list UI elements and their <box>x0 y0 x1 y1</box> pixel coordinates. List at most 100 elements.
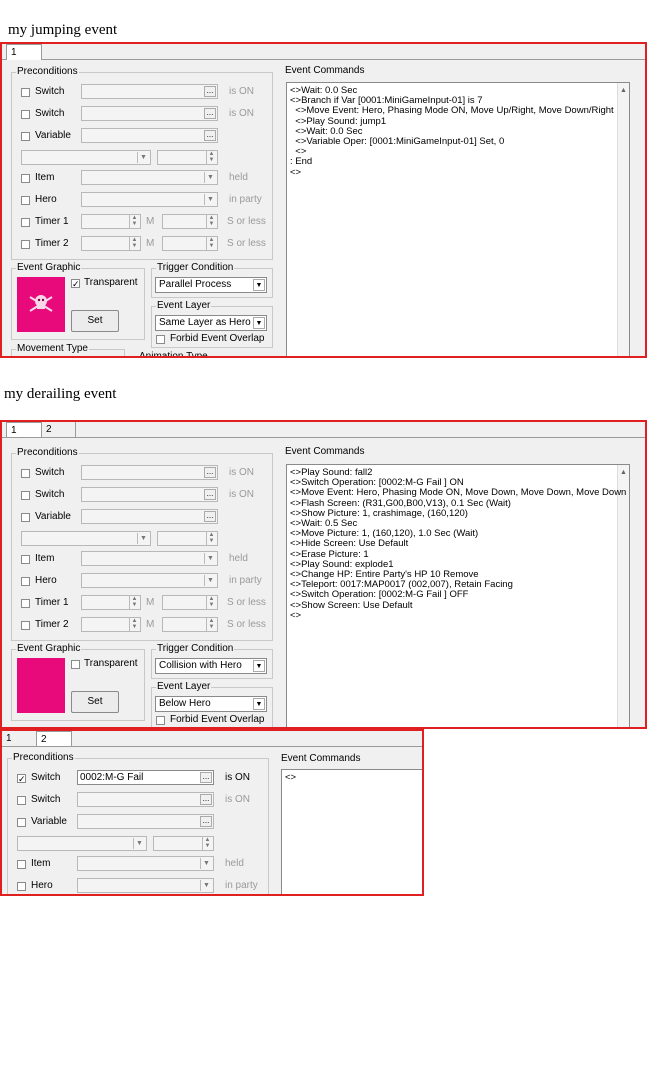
switch1-field[interactable]: 0002:M-G Fail... <box>77 770 214 785</box>
switch1-checkbox[interactable] <box>21 469 30 478</box>
tab-page-1[interactable]: 1 <box>6 44 42 60</box>
commands-scrollbar[interactable]: ▲ <box>617 83 629 356</box>
command-line[interactable]: <>Hide Screen: Use Default <box>290 539 408 549</box>
transparent-label: Transparent <box>84 658 138 669</box>
hero-checkbox[interactable] <box>21 196 30 205</box>
item-checkbox[interactable] <box>21 555 30 564</box>
command-line[interactable]: <>Switch Operation: [0002:M-G Fail ] OFF <box>290 590 468 600</box>
tab-page-2[interactable]: 2 <box>36 731 72 746</box>
jumping-event-title: my jumping event <box>8 22 118 38</box>
switch1-browse-button[interactable]: ... <box>204 467 216 478</box>
switch2-checkbox[interactable] <box>17 796 26 805</box>
switch1-checkbox[interactable] <box>21 88 30 97</box>
item-checkbox[interactable] <box>17 860 26 869</box>
timer2-seconds-stepper[interactable]: ▲ ▼ <box>162 236 218 251</box>
timer1-checkbox[interactable] <box>21 218 30 227</box>
event-commands-list[interactable]: ▲ <>Play Sound: fall2 <>Switch Operation:… <box>286 464 630 727</box>
variable-value-stepper[interactable]: ▲ ▼ <box>157 531 218 546</box>
set-graphic-button[interactable]: Set <box>71 310 119 332</box>
timer1-label: Timer 1 <box>35 597 69 608</box>
switch1-checkbox[interactable]: ✓ <box>17 774 26 784</box>
command-line[interactable]: : End <box>290 157 312 167</box>
command-line[interactable]: <> <box>290 610 301 621</box>
variable-checkbox[interactable] <box>21 513 30 522</box>
timer2-checkbox[interactable] <box>21 240 30 249</box>
tab-page-1[interactable]: 1 <box>6 422 42 437</box>
hero-in-party-label: in party <box>229 575 262 586</box>
set-graphic-button[interactable]: Set <box>71 691 119 713</box>
event-commands-list[interactable]: <> <box>281 769 422 894</box>
item-checkbox[interactable] <box>21 174 30 183</box>
variable-value-stepper[interactable]: ▲ ▼ <box>157 150 218 165</box>
event-layer-dropdown[interactable]: Same Layer as Hero ▼ <box>155 315 267 331</box>
hero-dropdown[interactable]: ▼ <box>81 573 218 588</box>
timer2-seconds-stepper[interactable]: ▲ ▼ <box>162 617 218 632</box>
command-line[interactable]: <>Show Screen: Use Default <box>290 600 413 611</box>
hero-checkbox[interactable] <box>17 882 26 891</box>
timer1-seconds-stepper[interactable]: ▲ ▼ <box>162 214 218 229</box>
event-layer-dropdown[interactable]: Below Hero ▼ <box>155 696 267 712</box>
switch2-checkbox[interactable] <box>21 110 30 119</box>
switch2-browse-button[interactable]: ... <box>204 108 216 119</box>
timer1-minutes-stepper[interactable]: ▲ ▼ <box>81 595 141 610</box>
derailing-event-panel: 1 2 Preconditions Switch ... is ON Switc… <box>0 420 647 729</box>
trigger-condition-value: Parallel Process <box>159 279 232 290</box>
event-graphic-preview[interactable] <box>17 658 65 713</box>
transparent-checkbox[interactable]: ✓ <box>71 279 80 289</box>
variable-checkbox[interactable] <box>21 132 30 141</box>
timer1-minutes-stepper[interactable]: ▲ ▼ <box>81 214 141 229</box>
scroll-up-icon[interactable]: ▲ <box>618 85 629 96</box>
tab-page-1[interactable]: 1 <box>2 731 36 746</box>
scroll-up-icon[interactable]: ▲ <box>618 467 629 478</box>
forbid-overlap-checkbox[interactable] <box>156 716 165 725</box>
event-graphic-preview[interactable] <box>17 277 65 332</box>
tab-page-2[interactable]: 2 <box>42 422 76 437</box>
switch1-field[interactable]: ... <box>81 84 218 99</box>
variable-compare-dropdown[interactable]: ▼ <box>17 836 147 851</box>
command-line[interactable]: <>Move Event: Hero, Phasing Mode ON, Mov… <box>290 106 613 116</box>
variable-compare-dropdown[interactable]: ▼ <box>21 531 151 546</box>
movement-type-dropdown[interactable] <box>66 356 120 358</box>
command-line[interactable]: <> <box>290 167 301 178</box>
transparent-checkbox[interactable] <box>71 660 80 669</box>
timer2-minutes-stepper[interactable]: ▲ ▼ <box>81 617 141 632</box>
switch1-browse-button[interactable]: ... <box>200 772 212 783</box>
switch2-browse-button[interactable]: ... <box>204 489 216 500</box>
variable-value-stepper[interactable]: ▲ ▼ <box>153 836 214 851</box>
timer2-checkbox[interactable] <box>21 621 30 630</box>
event-commands-label: Event Commands <box>285 446 365 457</box>
command-line[interactable]: <> <box>285 773 296 783</box>
variable-compare-dropdown[interactable]: ▼ <box>21 150 151 165</box>
timer1-seconds-stepper[interactable]: ▲ ▼ <box>162 595 218 610</box>
event-commands-list[interactable]: ▲ <>Wait: 0.0 Sec <>Branch if Var [0001:M… <box>286 82 630 356</box>
variable-browse-button[interactable]: ... <box>200 816 212 827</box>
trigger-condition-dropdown[interactable]: Parallel Process ▼ <box>155 277 267 293</box>
switch2-field[interactable]: ... <box>81 106 218 121</box>
preconditions-group: Preconditions Switch ... is ON Switch ..… <box>11 447 273 641</box>
command-line[interactable]: <>Variable Oper: [0001:MiniGameInput-01]… <box>290 137 504 147</box>
hero-checkbox[interactable] <box>21 577 30 586</box>
variable-field[interactable]: ... <box>81 128 218 143</box>
forbid-overlap-checkbox[interactable] <box>156 335 165 344</box>
hero-dropdown[interactable]: ▼ <box>77 878 214 893</box>
command-line[interactable]: <>Move Event: Hero, Phasing Mode ON, Mov… <box>290 488 626 498</box>
switch2-browse-button[interactable]: ... <box>200 794 212 805</box>
switch2-field[interactable]: ... <box>77 792 214 807</box>
commands-scrollbar[interactable]: ▲ <box>617 465 629 727</box>
hero-dropdown[interactable]: ▼ <box>81 192 218 207</box>
variable-field[interactable]: ... <box>81 509 218 524</box>
variable-browse-button[interactable]: ... <box>204 130 216 141</box>
timer1-checkbox[interactable] <box>21 599 30 608</box>
timer2-minutes-stepper[interactable]: ▲ ▼ <box>81 236 141 251</box>
variable-field[interactable]: ... <box>77 814 214 829</box>
variable-browse-button[interactable]: ... <box>204 511 216 522</box>
item-dropdown[interactable]: ▼ <box>77 856 214 871</box>
item-dropdown[interactable]: ▼ <box>81 551 218 566</box>
switch1-browse-button[interactable]: ... <box>204 86 216 97</box>
item-dropdown[interactable]: ▼ <box>81 170 218 185</box>
variable-checkbox[interactable] <box>17 818 26 827</box>
trigger-condition-dropdown[interactable]: Collision with Hero ▼ <box>155 658 267 674</box>
switch2-checkbox[interactable] <box>21 491 30 500</box>
switch2-field[interactable]: ... <box>81 487 218 502</box>
switch1-field[interactable]: ... <box>81 465 218 480</box>
